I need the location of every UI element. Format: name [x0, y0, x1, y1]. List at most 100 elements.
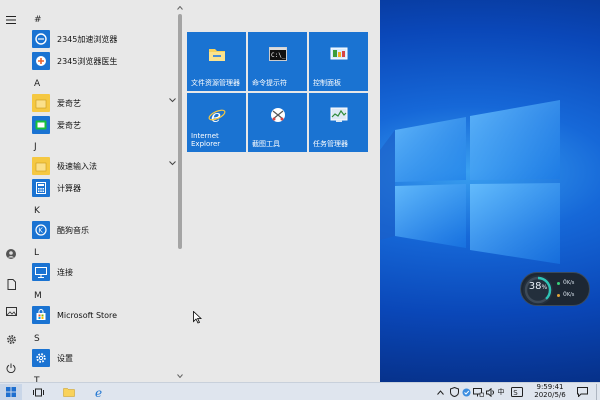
scroll-down-arrow-icon[interactable]: [177, 374, 183, 378]
taskbar-file-explorer[interactable]: [60, 384, 78, 400]
section-letter[interactable]: L: [34, 248, 39, 258]
section-letter[interactable]: M: [34, 291, 42, 301]
chevron-up-icon: [436, 389, 444, 395]
pictures-icon[interactable]: [3, 303, 19, 319]
user-account-icon[interactable]: [3, 246, 19, 262]
antivirus-icon: [462, 388, 470, 396]
tray-security-icon[interactable]: [449, 384, 459, 400]
section-letter[interactable]: K: [34, 206, 40, 216]
2345-browser-icon: [32, 30, 50, 48]
taskbar-internet-explorer[interactable]: e: [90, 384, 108, 400]
list-item-calculator[interactable]: 计算器: [32, 177, 177, 199]
internet-explorer-icon: e: [208, 107, 226, 123]
kugou-icon: K: [32, 221, 50, 239]
documents-icon[interactable]: [3, 276, 19, 292]
action-center-button[interactable]: [575, 384, 589, 400]
task-manager-icon: [330, 107, 348, 122]
iqiyi-icon: [32, 116, 50, 134]
tile-file-explorer[interactable]: 文件资源管理器: [187, 32, 246, 91]
list-item-kugou[interactable]: K 酷狗音乐: [32, 219, 177, 241]
list-item-fast-input-folder[interactable]: 极速输入法: [32, 155, 177, 177]
show-desktop-button[interactable]: [596, 384, 597, 400]
tile-label: 命令提示符: [252, 79, 287, 87]
svg-text:S: S: [513, 389, 518, 397]
app-label: 2345加速浏览器: [57, 34, 118, 44]
mouse-cursor-icon: [193, 311, 202, 324]
list-item-connect[interactable]: 连接: [32, 261, 177, 283]
hamburger-menu-icon[interactable]: [3, 12, 19, 28]
app-label: Microsoft Store: [57, 310, 118, 320]
clock-time: 9:59:41: [536, 383, 564, 391]
download-speed: 0K/s: [563, 291, 575, 298]
power-icon[interactable]: [3, 360, 19, 376]
section-letter[interactable]: S: [34, 334, 40, 344]
command-prompt-icon: C:\_: [269, 47, 287, 61]
chevron-down-icon[interactable]: [169, 161, 176, 166]
start-left-rail: [0, 0, 22, 382]
app-label: 设置: [57, 353, 73, 363]
app-label: 极速输入法: [57, 161, 97, 171]
svg-text:C:\_: C:\_: [271, 52, 286, 59]
list-item-iqiyi-folder[interactable]: 爱奇艺: [32, 92, 177, 114]
internet-explorer-icon: e: [95, 386, 102, 398]
windows-start-icon: [6, 387, 16, 397]
folder-icon: [32, 157, 50, 175]
start-menu: # 2345加速浏览器 2345浏览器医生 A 爱奇艺 爱奇艺 J 极速输入法 …: [0, 0, 380, 382]
section-letter[interactable]: A: [34, 79, 40, 89]
chevron-down-icon[interactable]: [169, 98, 176, 103]
app-label: 酷狗音乐: [57, 225, 89, 235]
app-label: 连接: [57, 267, 73, 277]
tile-command-prompt[interactable]: C:\_ 命令提示符: [248, 32, 307, 91]
tile-snipping-tool[interactable]: 截图工具: [248, 93, 307, 152]
app-label: 爱奇艺: [57, 98, 81, 108]
tile-label: 任务管理器: [313, 140, 348, 148]
store-icon: [32, 306, 50, 324]
tray-ime-icon[interactable]: S: [510, 384, 524, 400]
upload-speed: 0K/s: [563, 279, 575, 286]
network-icon: [472, 387, 484, 397]
scroll-up-arrow-icon[interactable]: [177, 6, 183, 10]
app-label: 计算器: [57, 183, 81, 193]
app-list-scrollbar[interactable]: [177, 6, 183, 378]
file-explorer-icon: [63, 388, 75, 397]
svg-text:e: e: [95, 386, 102, 398]
notification-icon: [576, 387, 588, 397]
clock-date: 2020/5/6: [534, 391, 566, 399]
file-explorer-icon: [209, 49, 225, 61]
app-label: 爱奇艺: [57, 120, 81, 130]
tile-internet-explorer[interactable]: e Internet Explorer: [187, 93, 246, 152]
settings-icon: [32, 349, 50, 367]
browser-doctor-icon: [32, 52, 50, 70]
snipping-tool-icon: [271, 108, 285, 122]
start-tiles: 文件资源管理器 C:\_ 命令提示符 控制面板 e Internet Explo…: [187, 32, 369, 154]
settings-gear-icon[interactable]: [3, 331, 19, 347]
list-item-settings[interactable]: 设置: [32, 347, 177, 369]
tray-antivirus-icon[interactable]: [461, 384, 471, 400]
show-hidden-icons[interactable]: [436, 384, 444, 400]
start-button[interactable]: [0, 384, 22, 400]
list-item-microsoft-store[interactable]: Microsoft Store: [32, 304, 177, 326]
list-item-iqiyi[interactable]: 爱奇艺: [32, 114, 177, 136]
ime-pad-icon: S: [511, 387, 523, 397]
connect-icon: [32, 263, 50, 281]
list-item-2345-browser[interactable]: 2345加速浏览器: [32, 28, 177, 50]
tile-control-panel[interactable]: 控制面板: [309, 32, 368, 91]
section-letter[interactable]: #: [34, 15, 42, 25]
svg-text:K: K: [38, 227, 43, 235]
scrollbar-thumb[interactable]: [178, 14, 182, 249]
shield-icon: [449, 387, 459, 397]
app-list: # 2345加速浏览器 2345浏览器医生 A 爱奇艺 爱奇艺 J 极速输入法 …: [22, 0, 177, 382]
app-label: 2345浏览器医生: [57, 56, 118, 66]
list-item-browser-doctor[interactable]: 2345浏览器医生: [32, 50, 177, 72]
task-view-button[interactable]: [30, 384, 46, 400]
usage-percent: 38%: [528, 281, 548, 292]
control-panel-icon: [330, 47, 348, 60]
tray-network-icon[interactable]: [472, 384, 484, 400]
section-letter[interactable]: J: [34, 142, 37, 152]
input-method-indicator[interactable]: 中: [494, 384, 508, 400]
taskbar-clock[interactable]: 9:59:41 2020/5/6: [528, 383, 572, 399]
network-speed-widget[interactable]: 38% 0K/s 0K/s: [520, 272, 590, 306]
taskbar: e 中 S 9:59:41 2020/5/6: [0, 382, 600, 400]
svg-text:e: e: [211, 107, 221, 123]
tile-task-manager[interactable]: 任务管理器: [309, 93, 368, 152]
